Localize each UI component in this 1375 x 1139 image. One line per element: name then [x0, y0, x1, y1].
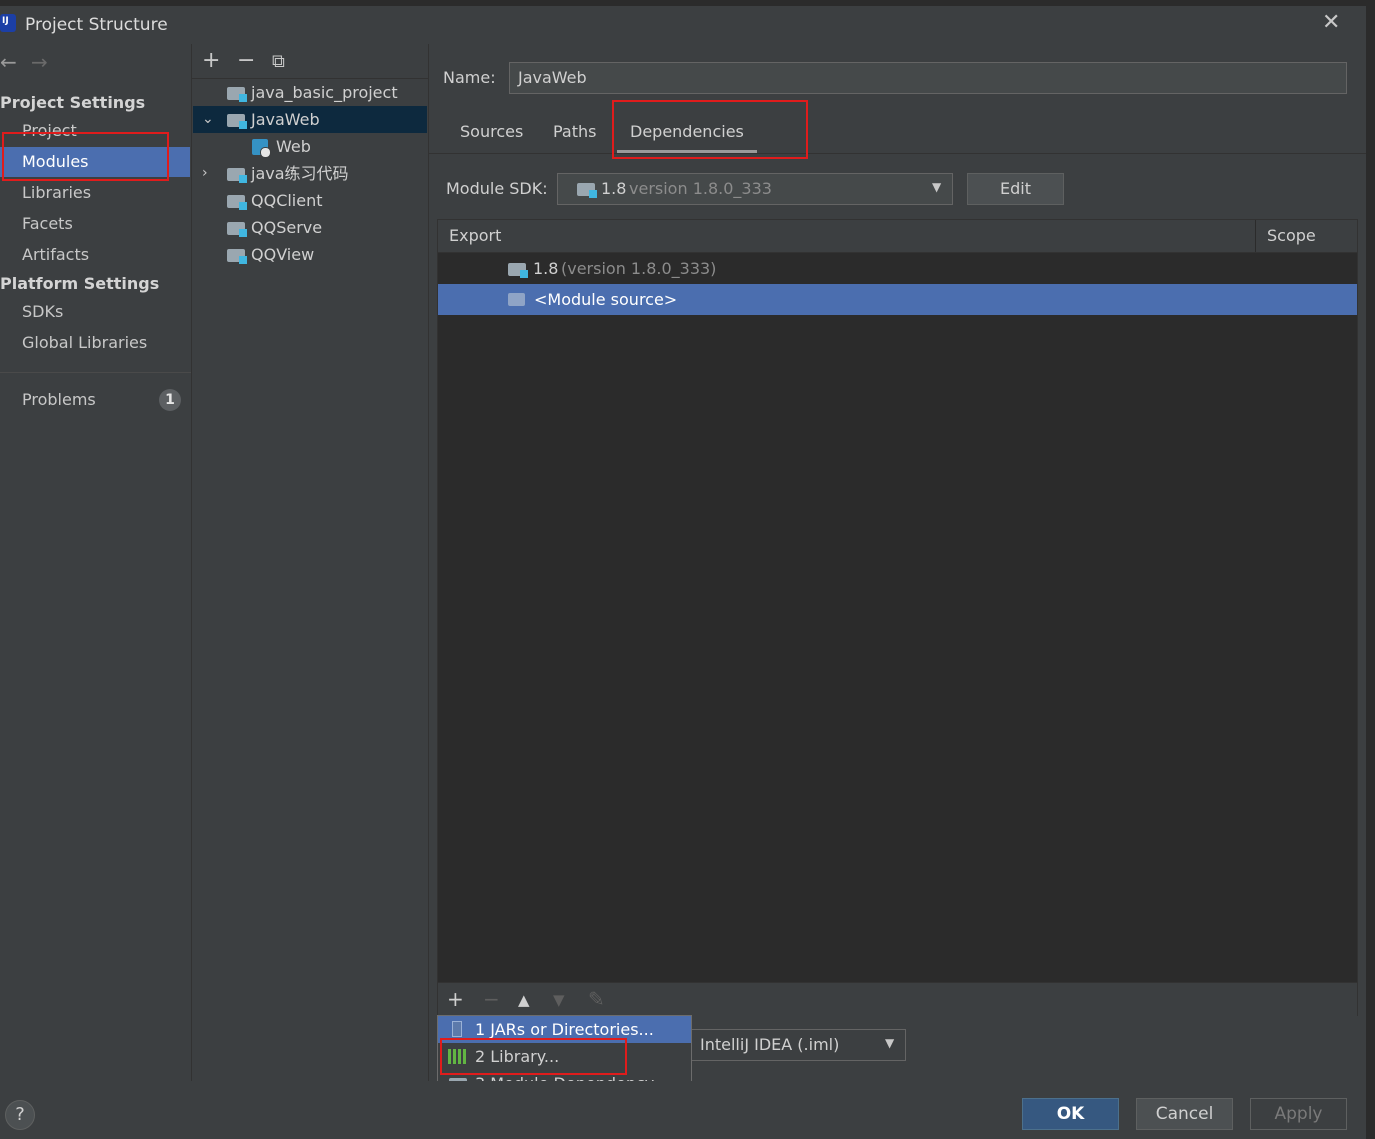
- title-bar: [0, 0, 1375, 44]
- sdk-folder-icon: [508, 263, 528, 278]
- highlight-box-library: [440, 1038, 627, 1075]
- tree-item-qqclient[interactable]: QQClient: [193, 187, 427, 214]
- module-folder-icon: [227, 114, 247, 129]
- column-header-export[interactable]: Export: [449, 226, 501, 245]
- module-name-input[interactable]: JavaWeb: [509, 62, 1347, 94]
- tabs-divider: [429, 153, 1366, 154]
- remove-dependency-icon[interactable]: −: [483, 987, 500, 1011]
- close-icon[interactable]: ✕: [1322, 10, 1340, 35]
- dependencies-toolbar: [438, 982, 1357, 1017]
- problems-count-badge: 1: [159, 389, 181, 411]
- edit-sdk-button[interactable]: Edit: [967, 173, 1064, 205]
- add-module-icon[interactable]: +: [202, 48, 220, 73]
- name-label: Name:: [443, 68, 496, 87]
- sidebar-item-sdks[interactable]: SDKs: [0, 297, 190, 327]
- back-arrow-icon[interactable]: ←: [0, 50, 17, 74]
- module-folder-icon: [227, 222, 247, 237]
- dependency-row-sdk[interactable]: 1.8 (version 1.8.0_333): [438, 253, 1357, 284]
- dropdown-arrow-icon: ▼: [885, 1036, 895, 1050]
- module-folder-icon: [227, 168, 247, 183]
- highlight-box-dependencies-tab: [612, 100, 808, 159]
- sidebar-item-facets[interactable]: Facets: [0, 209, 190, 239]
- tree-item-qqserve[interactable]: QQServe: [193, 214, 427, 241]
- sidebar-item-libraries[interactable]: Libraries: [0, 178, 190, 208]
- copy-module-icon[interactable]: ⧉: [272, 51, 285, 72]
- tab-sources[interactable]: Sources: [460, 122, 523, 141]
- column-divider: [1255, 220, 1256, 252]
- highlight-box-modules: [2, 132, 169, 181]
- dropdown-arrow-icon: ▼: [932, 180, 942, 194]
- project-settings-heading: Project Settings: [0, 93, 146, 112]
- dependency-row-module-source[interactable]: <Module source>: [438, 284, 1357, 315]
- column-header-scope[interactable]: Scope: [1267, 226, 1316, 245]
- sdk-folder-icon: [577, 183, 597, 198]
- tree-item-javaweb[interactable]: ⌄ JavaWeb: [193, 106, 427, 133]
- tree-item-web-facet[interactable]: Web: [193, 133, 427, 160]
- module-format-select[interactable]: IntelliJ IDEA (.iml) ▼: [691, 1029, 906, 1061]
- chevron-down-icon[interactable]: ⌄: [202, 106, 214, 133]
- tree-item-qqview[interactable]: QQView: [193, 241, 427, 268]
- tab-paths[interactable]: Paths: [553, 122, 596, 141]
- help-button[interactable]: ?: [5, 1100, 35, 1130]
- add-dependency-icon[interactable]: +: [447, 987, 464, 1011]
- jar-icon: [452, 1021, 462, 1037]
- module-folder-icon: [227, 195, 247, 210]
- tree-item-java-practice[interactable]: › java练习代码: [193, 160, 427, 187]
- apply-button[interactable]: Apply: [1250, 1098, 1347, 1130]
- dependencies-table-header: [438, 220, 1357, 253]
- edit-dependency-icon[interactable]: ✎: [588, 987, 605, 1011]
- platform-settings-heading: Platform Settings: [0, 274, 160, 293]
- ok-button[interactable]: OK: [1022, 1098, 1119, 1130]
- module-sdk-select[interactable]: 1.8 version 1.8.0_333 ▼: [557, 173, 953, 205]
- forward-arrow-icon[interactable]: →: [31, 50, 48, 74]
- dependencies-table: [437, 219, 1358, 1016]
- window-edge: [1366, 0, 1375, 1139]
- sidebar-item-global-libraries[interactable]: Global Libraries: [0, 328, 190, 358]
- module-folder-icon: [227, 249, 247, 264]
- sidebar-divider: [0, 372, 191, 373]
- module-folder-icon: [227, 87, 247, 102]
- cancel-button[interactable]: Cancel: [1136, 1098, 1233, 1130]
- intellij-app-icon: [0, 14, 16, 32]
- move-down-icon[interactable]: ▼: [553, 991, 565, 1009]
- window-title: Project Structure: [25, 15, 168, 35]
- web-facet-icon: [252, 139, 271, 158]
- module-sdk-label: Module SDK:: [446, 179, 548, 198]
- source-folder-icon: [508, 293, 525, 306]
- tree-item-java-basic-project[interactable]: java_basic_project: [193, 79, 427, 106]
- remove-module-icon[interactable]: −: [237, 48, 255, 73]
- sidebar-item-artifacts[interactable]: Artifacts: [0, 240, 190, 270]
- chevron-right-icon[interactable]: ›: [202, 160, 208, 187]
- move-up-icon[interactable]: ▲: [518, 991, 530, 1009]
